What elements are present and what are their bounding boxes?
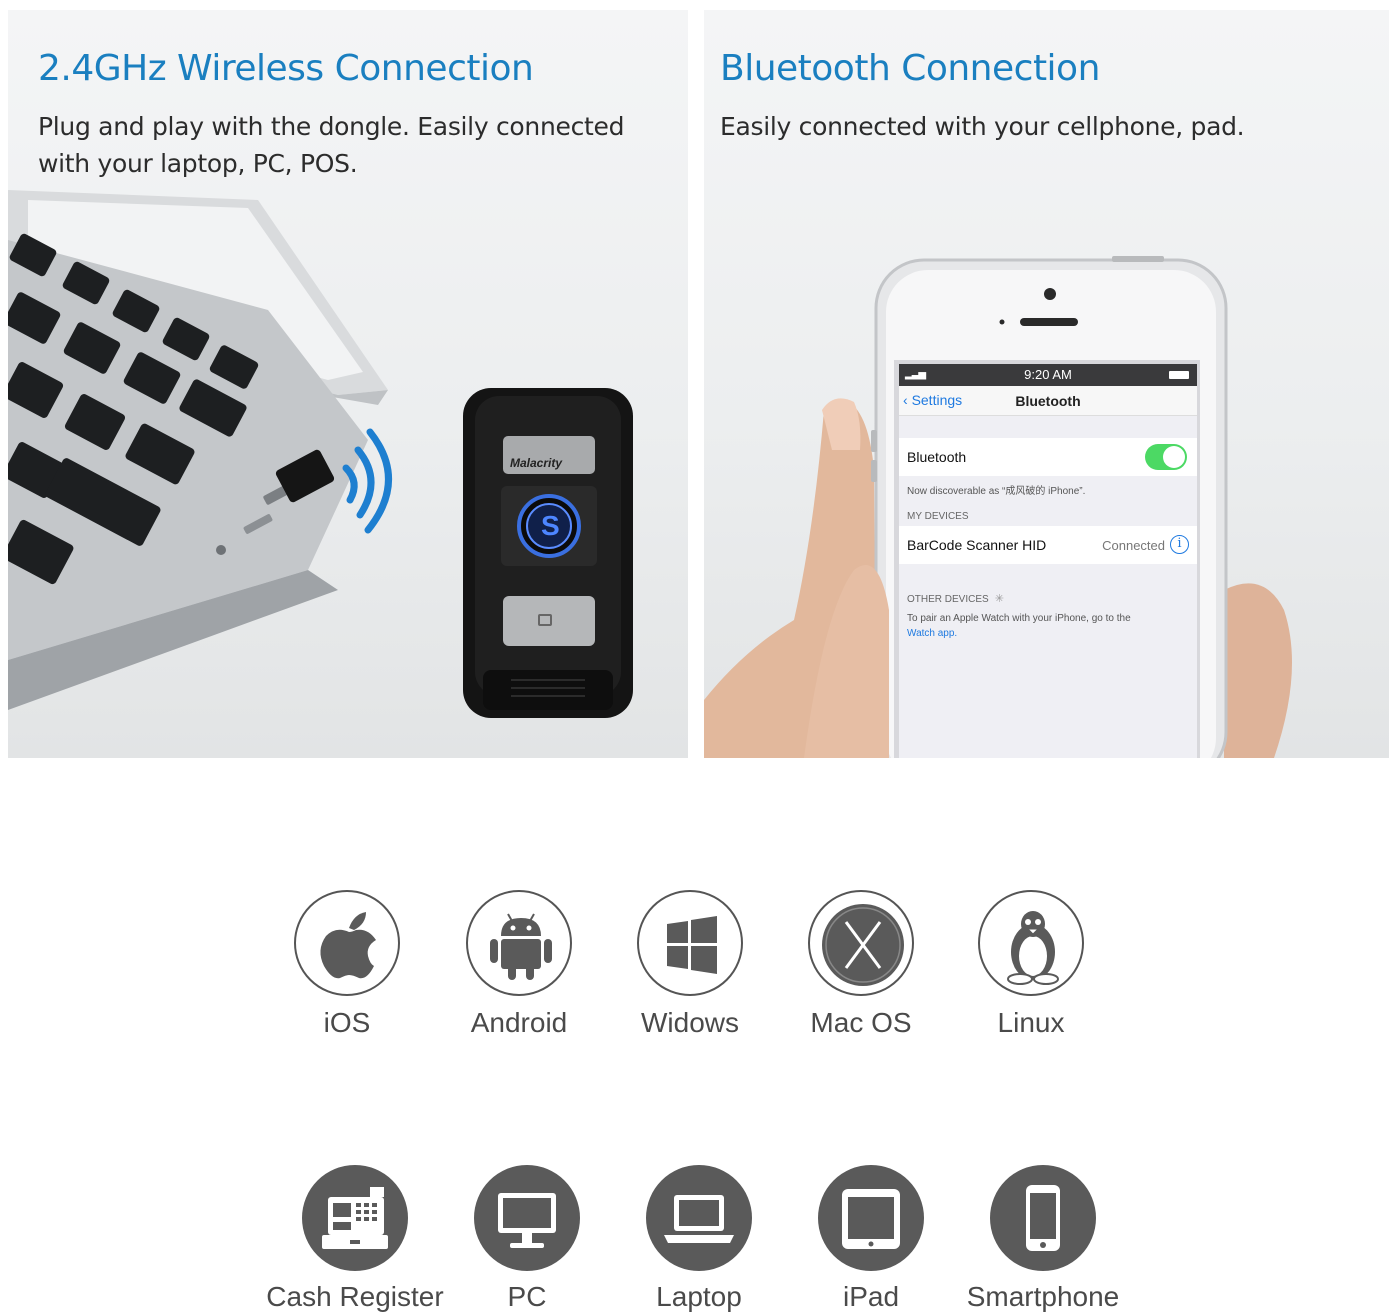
- windows-icon: [637, 890, 743, 996]
- device-compatibility-row: Cash Register PC Laptop iPad Smartphone: [0, 1165, 1393, 1313]
- unlock-icon: [538, 614, 552, 626]
- os-label-mac-os: Mac OS: [810, 1007, 912, 1038]
- device-label-cash-register: Cash Register: [266, 1281, 444, 1312]
- device-label-ipad: iPad: [842, 1281, 900, 1312]
- device-row-barcode-scanner[interactable]: BarCode Scanner HID Connected i: [899, 526, 1197, 564]
- bluetooth-screen-title: Bluetooth: [1015, 393, 1081, 409]
- os-label-android: Android: [470, 1007, 568, 1038]
- watch-note-text: To pair an Apple Watch with your iPhone,…: [907, 613, 1131, 624]
- scanner-brand-label: Malacrity: [510, 456, 563, 470]
- apple-icon: [294, 890, 400, 996]
- os-label-linux: Linux: [997, 1007, 1065, 1038]
- android-icon: [466, 890, 572, 996]
- wireless-connection-panel: 2.4GHz Wireless Connection Plug and play…: [8, 10, 688, 758]
- device-label-laptop: Laptop: [656, 1281, 742, 1312]
- watch-app-link[interactable]: Watch app.: [907, 628, 957, 639]
- device-label-pc: PC: [507, 1281, 547, 1312]
- discoverable-note: Now discoverable as “成风破的 iPhone”.: [907, 486, 1086, 497]
- os-label-windows: Widows: [640, 1007, 739, 1038]
- mac-os-x-icon: [808, 890, 914, 996]
- os-item-android: Android: [429, 890, 609, 1039]
- my-devices-header: MY DEVICES: [907, 511, 969, 522]
- bluetooth-description: Easily connected with your cellphone, pa…: [720, 112, 1245, 141]
- device-status: Connected: [1102, 537, 1165, 553]
- laptop-icon: [646, 1165, 752, 1271]
- status-time: 9:20 AM: [1024, 367, 1072, 382]
- phone-bluetooth-screen: ▂▃▅ 9:20 AM ‹ Settings Bluetooth Bluetoo…: [899, 364, 1197, 758]
- pc-monitor-icon: [474, 1165, 580, 1271]
- device-item-cash-register: Cash Register: [265, 1165, 445, 1313]
- other-devices-label: OTHER DEVICES: [907, 594, 989, 605]
- device-item-smartphone: Smartphone: [953, 1165, 1133, 1313]
- smartphone-icon: [990, 1165, 1096, 1271]
- os-item-windows: Widows: [600, 890, 780, 1039]
- device-label-smartphone: Smartphone: [966, 1281, 1120, 1312]
- wireless-description-line2: with your laptop, PC, POS.: [38, 149, 358, 178]
- os-item-mac-os: Mac OS: [771, 890, 951, 1039]
- bluetooth-toggle-label: Bluetooth: [907, 449, 967, 465]
- other-devices-header: OTHER DEVICES ✳: [899, 584, 1197, 609]
- device-name: BarCode Scanner HID: [907, 537, 1047, 553]
- device-item-ipad: iPad: [781, 1165, 961, 1313]
- wireless-title: 2.4GHz Wireless Connection: [38, 48, 534, 89]
- bluetooth-connection-panel: Bluetooth Connection Easily connected wi…: [704, 10, 1389, 758]
- wireless-description: Plug and play with the dongle. Easily co…: [38, 108, 678, 182]
- phone-nav-bar: ‹ Settings Bluetooth: [899, 386, 1197, 416]
- signal-icon: ▂▃▅: [905, 369, 926, 380]
- scanner-button-glyph: S: [541, 510, 560, 541]
- linux-penguin-icon: [978, 890, 1084, 996]
- bluetooth-toggle-row: Bluetooth: [899, 438, 1197, 476]
- loading-spinner-icon: ✳: [994, 593, 1004, 605]
- os-compatibility-row: iOS Android Widows Mac OS Linux: [0, 890, 1393, 1050]
- info-icon[interactable]: i: [1170, 535, 1189, 554]
- device-item-laptop: Laptop: [609, 1165, 789, 1313]
- device-item-pc: PC: [437, 1165, 617, 1313]
- tablet-icon: [818, 1165, 924, 1271]
- cash-register-icon: [302, 1165, 408, 1271]
- os-label-ios: iOS: [323, 1007, 371, 1038]
- bluetooth-toggle[interactable]: [1145, 444, 1187, 470]
- wireless-description-line1: Plug and play with the dongle. Easily co…: [38, 112, 625, 141]
- phone-status-bar: ▂▃▅ 9:20 AM: [899, 364, 1197, 386]
- bluetooth-title: Bluetooth Connection: [720, 48, 1100, 89]
- scanner-device: [463, 388, 633, 718]
- os-item-linux: Linux: [941, 890, 1121, 1039]
- battery-icon: [1169, 371, 1189, 379]
- watch-pair-note: To pair an Apple Watch with your iPhone,…: [899, 609, 1197, 643]
- os-item-ios: iOS: [257, 890, 437, 1039]
